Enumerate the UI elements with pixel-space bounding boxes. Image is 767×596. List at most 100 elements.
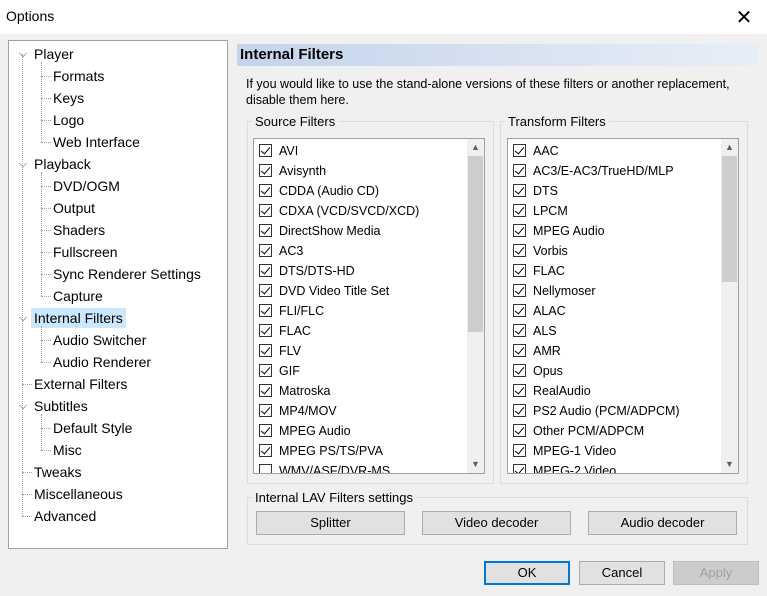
filter-item[interactable]: GIF [259,361,300,381]
checkbox-checked-icon[interactable] [513,344,526,357]
checkbox-checked-icon[interactable] [259,164,272,177]
filter-item[interactable]: MPEG Audio [259,421,351,441]
filter-item[interactable]: FLAC [513,261,565,281]
tree-expand-icon[interactable]: ⌵ [17,400,29,412]
filter-item[interactable]: DirectShow Media [259,221,380,241]
tree-item-playback[interactable]: Playback [31,154,94,174]
checkbox-checked-icon[interactable] [513,324,526,337]
checkbox-checked-icon[interactable] [513,304,526,317]
filter-item[interactable]: AMR [513,341,561,361]
filter-item[interactable]: Avisynth [259,161,326,181]
tree-item-external-filters[interactable]: External Filters [31,374,130,394]
checkbox-checked-icon[interactable] [513,384,526,397]
filter-item[interactable]: FLAC [259,321,311,341]
checkbox-checked-icon[interactable] [259,204,272,217]
scroll-up-icon[interactable]: ▲ [467,139,484,156]
filter-item[interactable]: FLI/FLC [259,301,324,321]
checkbox-checked-icon[interactable] [259,284,272,297]
checkbox-checked-icon[interactable] [513,404,526,417]
filter-item[interactable]: Nellymoser [513,281,596,301]
filter-item[interactable]: ALAC [513,301,566,321]
tree-item-dvd-ogm[interactable]: DVD/OGM [50,176,123,196]
tree-item-shaders[interactable]: Shaders [50,220,108,240]
scroll-down-icon[interactable]: ▼ [721,456,738,473]
tree-item-miscellaneous[interactable]: Miscellaneous [31,484,126,504]
filter-item[interactable]: MPEG Audio [513,221,605,241]
checkbox-checked-icon[interactable] [513,284,526,297]
checkbox-checked-icon[interactable] [259,244,272,257]
ok-button[interactable]: OK [484,561,570,585]
checkbox-checked-icon[interactable] [259,344,272,357]
tree-item-audio-switcher[interactable]: Audio Switcher [50,330,149,350]
source-filters-list[interactable]: AVI Avisynth CDDA (Audio CD) CDXA (VCD/SVCD… [253,138,485,474]
checkbox-checked-icon[interactable] [259,384,272,397]
checkbox-checked-icon[interactable] [513,144,526,157]
tree-item-audio-renderer[interactable]: Audio Renderer [50,352,154,372]
vertical-scrollbar[interactable]: ▲ ▼ [467,139,484,473]
checkbox-checked-icon[interactable] [513,224,526,237]
checkbox-checked-icon[interactable] [513,184,526,197]
filter-item[interactable]: AC3 [259,241,303,261]
filter-item[interactable]: MP4/MOV [259,401,337,421]
tree-item-tweaks[interactable]: Tweaks [31,462,84,482]
checkbox-checked-icon[interactable] [259,324,272,337]
checkbox-checked-icon[interactable] [259,404,272,417]
filter-item[interactable]: MPEG-2 Video [513,461,616,473]
filter-item[interactable]: FLV [259,341,301,361]
filter-item[interactable]: DTS/DTS-HD [259,261,355,281]
checkbox-checked-icon[interactable] [513,464,526,473]
scrollbar-thumb[interactable] [722,156,737,282]
transform-filters-list[interactable]: AAC AC3/E-AC3/TrueHD/MLP DTS LPCM MPEG Audio… [507,138,739,474]
scroll-down-icon[interactable]: ▼ [467,456,484,473]
filter-item[interactable]: DVD Video Title Set [259,281,389,301]
audio-decoder-button[interactable]: Audio decoder [588,511,737,535]
close-icon[interactable]: ✕ [721,0,767,34]
filter-item[interactable]: ALS [513,321,557,341]
filter-item[interactable]: CDXA (VCD/SVCD/XCD) [259,201,419,221]
filter-item[interactable]: Vorbis [513,241,568,261]
tree-item-player[interactable]: Player [31,44,77,64]
filter-item[interactable]: WMV/ASF/DVR-MS [259,461,390,473]
splitter-button[interactable]: Splitter [256,511,405,535]
filter-item[interactable]: PS2 Audio (PCM/ADPCM) [513,401,680,421]
filter-item[interactable]: Other PCM/ADPCM [513,421,644,441]
filter-item[interactable]: MPEG-1 Video [513,441,616,461]
filter-item[interactable]: AC3/E-AC3/TrueHD/MLP [513,161,674,181]
checkbox-checked-icon[interactable] [259,184,272,197]
scroll-up-icon[interactable]: ▲ [721,139,738,156]
checkbox-checked-icon[interactable] [259,144,272,157]
filter-item[interactable]: AAC [513,141,559,161]
vertical-scrollbar[interactable]: ▲ ▼ [721,139,738,473]
filter-item[interactable]: MPEG PS/TS/PVA [259,441,383,461]
tree-expand-icon[interactable]: ⌵ [17,158,29,170]
checkbox-checked-icon[interactable] [513,164,526,177]
checkbox-checked-icon[interactable] [513,264,526,277]
checkbox-checked-icon[interactable] [513,204,526,217]
checkbox-checked-icon[interactable] [259,264,272,277]
tree-item-default-style[interactable]: Default Style [50,418,135,438]
tree-item-sync-renderer-settings[interactable]: Sync Renderer Settings [50,264,204,284]
tree-item-web-interface[interactable]: Web Interface [50,132,143,152]
checkbox-checked-icon[interactable] [259,364,272,377]
checkbox-checked-icon[interactable] [513,244,526,257]
tree-expand-icon[interactable]: ⌵ [17,48,29,60]
video-decoder-button[interactable]: Video decoder [422,511,571,535]
options-tree[interactable]: ⌵ Player Formats Keys Logo Web Interface ⌵ Play… [8,40,228,549]
tree-item-output[interactable]: Output [50,198,98,218]
tree-item-misc[interactable]: Misc [50,440,85,460]
filter-item[interactable]: Opus [513,361,563,381]
tree-item-formats[interactable]: Formats [50,66,107,86]
filter-item[interactable]: AVI [259,141,298,161]
checkbox-checked-icon[interactable] [513,444,526,457]
checkbox-checked-icon[interactable] [513,364,526,377]
tree-expand-icon[interactable]: ⌵ [17,312,29,324]
checkbox-checked-icon[interactable] [513,424,526,437]
tree-item-keys[interactable]: Keys [50,88,87,108]
tree-item-advanced[interactable]: Advanced [31,506,99,526]
checkbox-checked-icon[interactable] [259,444,272,457]
scrollbar-thumb[interactable] [468,156,483,332]
tree-item-logo[interactable]: Logo [50,110,87,130]
tree-item-subtitles[interactable]: Subtitles [31,396,91,416]
filter-item[interactable]: CDDA (Audio CD) [259,181,379,201]
checkbox-checked-icon[interactable] [259,424,272,437]
